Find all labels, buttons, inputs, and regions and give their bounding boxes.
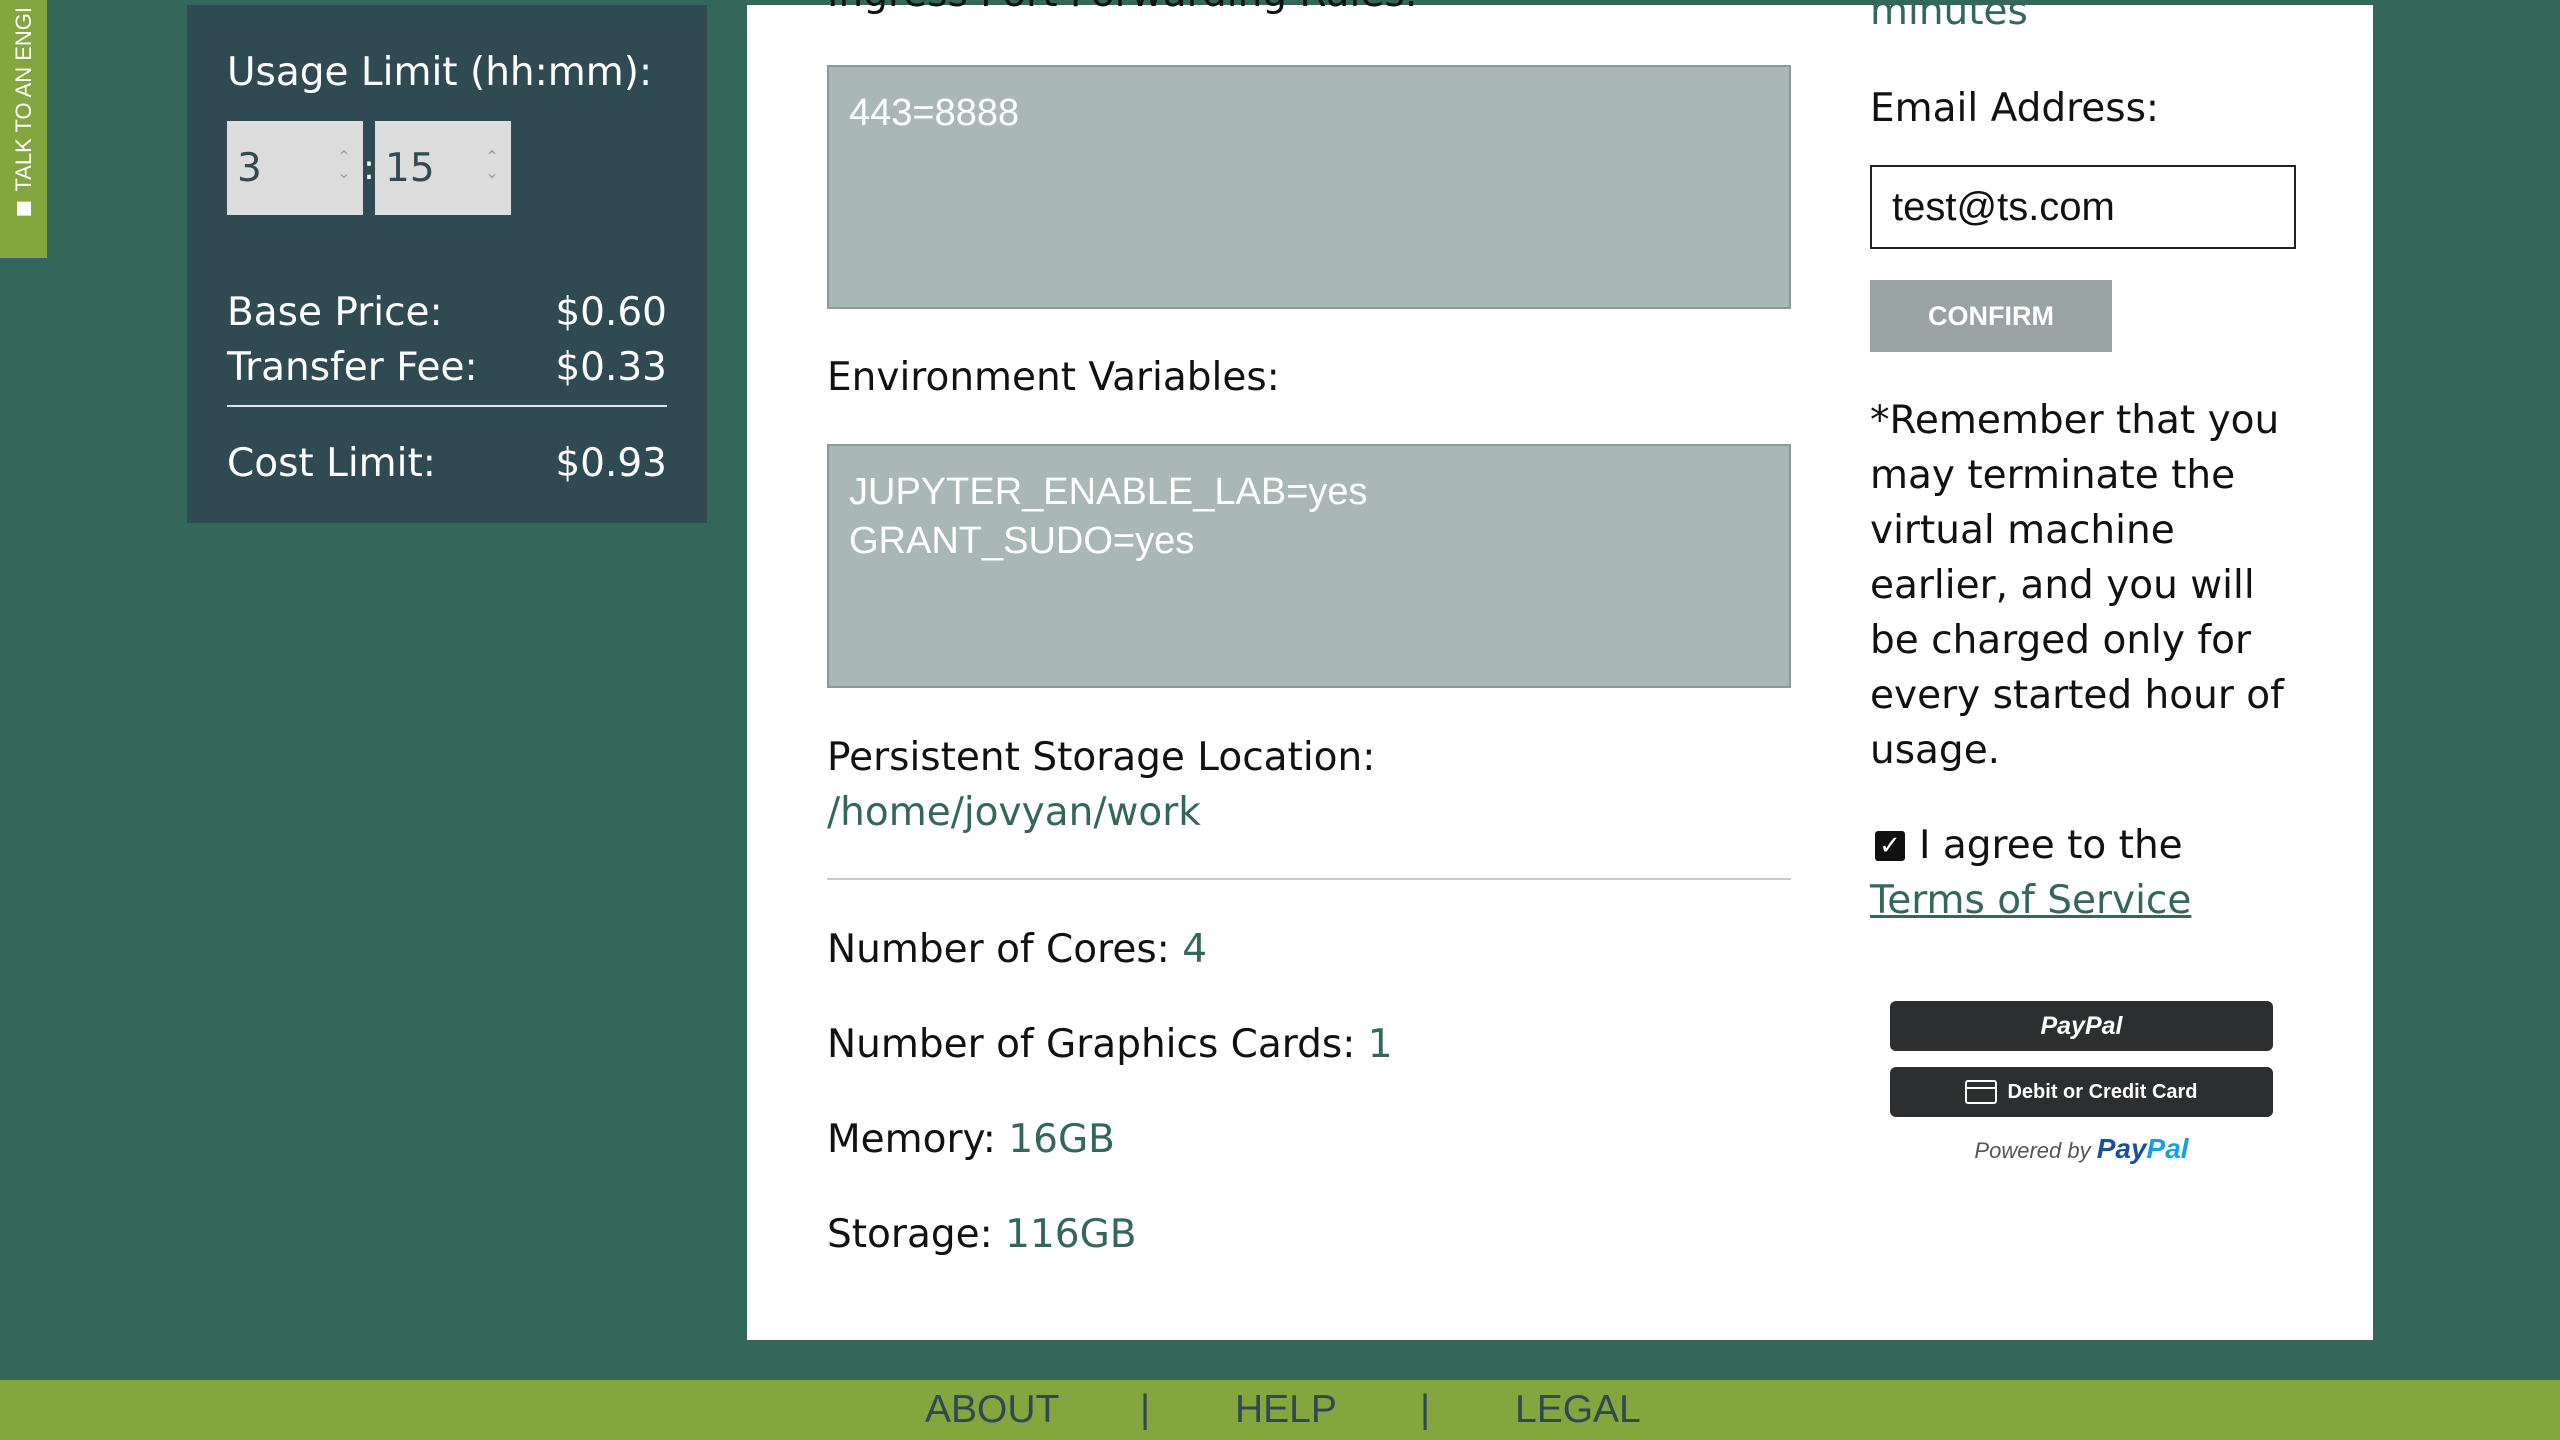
minutes-stepper[interactable]: 15 ⌃ ⌄ [375, 121, 511, 215]
credit-card-icon [1965, 1080, 1998, 1104]
minutes-text: minutes [1870, 0, 2028, 34]
gpus-row: Number of Graphics Cards: 1 [827, 1022, 1393, 1067]
memory-label: Memory: [827, 1117, 996, 1162]
email-label: Email Address: [1870, 86, 2160, 131]
footer: ABOUT | HELP | LEGAL [0, 1380, 2560, 1440]
talk-to-engineer-label: TALK TO AN ENGI [10, 7, 36, 192]
confirm-button[interactable]: CONFIRM [1870, 280, 2112, 352]
agree-text: I agree to the [1919, 823, 2183, 868]
email-field[interactable] [1870, 165, 2296, 249]
remember-note: *Remember that you may terminate the vir… [1870, 398, 2284, 773]
stepper-arrows-icon[interactable]: ⌃ ⌄ [483, 149, 501, 185]
stepper-arrows-icon[interactable]: ⌃ ⌄ [335, 149, 353, 185]
order-panel: Ingress Port Forwarding Rules: 443=8888 … [747, 0, 2373, 1340]
memory-row: Memory: 16GB [827, 1117, 1115, 1162]
base-price-value: $0.60 [555, 290, 667, 335]
hours-stepper[interactable]: 3 ⌃ ⌄ [227, 121, 363, 215]
gpus-value: 1 [1367, 1022, 1393, 1067]
time-separator: : [363, 148, 375, 188]
env-variables-label: Environment Variables: [827, 355, 1280, 400]
powered-by-text: Powered by [1974, 1138, 2091, 1163]
minutes-value: 15 [385, 145, 435, 191]
ingress-textarea[interactable]: 443=8888 [827, 65, 1791, 309]
debit-credit-card-button[interactable]: Debit or Credit Card [1890, 1067, 2273, 1117]
terms-checkbox[interactable]: ✓ [1875, 830, 1905, 861]
storage-label: Storage: [827, 1212, 993, 1257]
section-divider [827, 878, 1791, 880]
usage-limit-inputs: 3 ⌃ ⌄ : 15 ⌃ ⌄ [227, 121, 511, 215]
cores-value: 4 [1182, 927, 1208, 972]
storage-row: Storage: 116GB [827, 1212, 1137, 1257]
memory-value: 16GB [1008, 1117, 1115, 1162]
env-variables-textarea[interactable]: JUPYTER_ENABLE_LAB=yes GRANT_SUDO=yes [827, 444, 1791, 688]
cost-limit-value: $0.93 [555, 441, 667, 486]
base-price-label: Base Price: [227, 290, 443, 335]
footer-separator: | [1420, 1388, 1431, 1431]
base-price-row: Base Price: $0.60 [227, 290, 667, 335]
card-button-label: Debit or Credit Card [2007, 1080, 2198, 1103]
transfer-fee-value: $0.33 [555, 345, 667, 390]
cost-limit-label: Cost Limit: [227, 441, 436, 486]
cores-label: Number of Cores: [827, 927, 1170, 972]
talk-to-engineer-tab[interactable]: TALK TO AN ENGI [0, 0, 47, 258]
transfer-fee-label: Transfer Fee: [227, 345, 478, 390]
storage-location-label: Persistent Storage Location: [827, 735, 1376, 780]
cost-limit-row: Cost Limit: $0.93 [227, 441, 667, 486]
pricing-card: Usage Limit (hh:mm): 3 ⌃ ⌄ : 15 ⌃ ⌄ Base P… [187, 5, 707, 523]
usage-limit-label: Usage Limit (hh:mm): [227, 50, 653, 95]
footer-separator: | [1140, 1388, 1151, 1431]
footer-legal-link[interactable]: LEGAL [1515, 1388, 1641, 1432]
gpus-label: Number of Graphics Cards: [827, 1022, 1356, 1067]
terms-of-service-link[interactable]: Terms of Service [1870, 878, 2191, 923]
chat-icon [16, 202, 31, 216]
cores-row: Number of Cores: 4 [827, 927, 1207, 972]
hours-value: 3 [237, 145, 262, 191]
footer-help-link[interactable]: HELP [1235, 1388, 1337, 1432]
transfer-fee-row: Transfer Fee: $0.33 [227, 345, 667, 390]
footer-about-link[interactable]: ABOUT [925, 1388, 1059, 1432]
paypal-logo: PayPal [2096, 1133, 2189, 1164]
powered-by-paypal: Powered by PayPal [1890, 1133, 2273, 1165]
storage-location-value: /home/jovyan/work [827, 790, 1201, 835]
storage-value: 116GB [1005, 1212, 1137, 1257]
paypal-button[interactable]: PayPal [1890, 1001, 2273, 1051]
terms-agreement: ✓ I agree to the [1875, 823, 2183, 868]
price-divider [227, 405, 667, 407]
ingress-label: Ingress Port Forwarding Rules: [827, 0, 1418, 16]
